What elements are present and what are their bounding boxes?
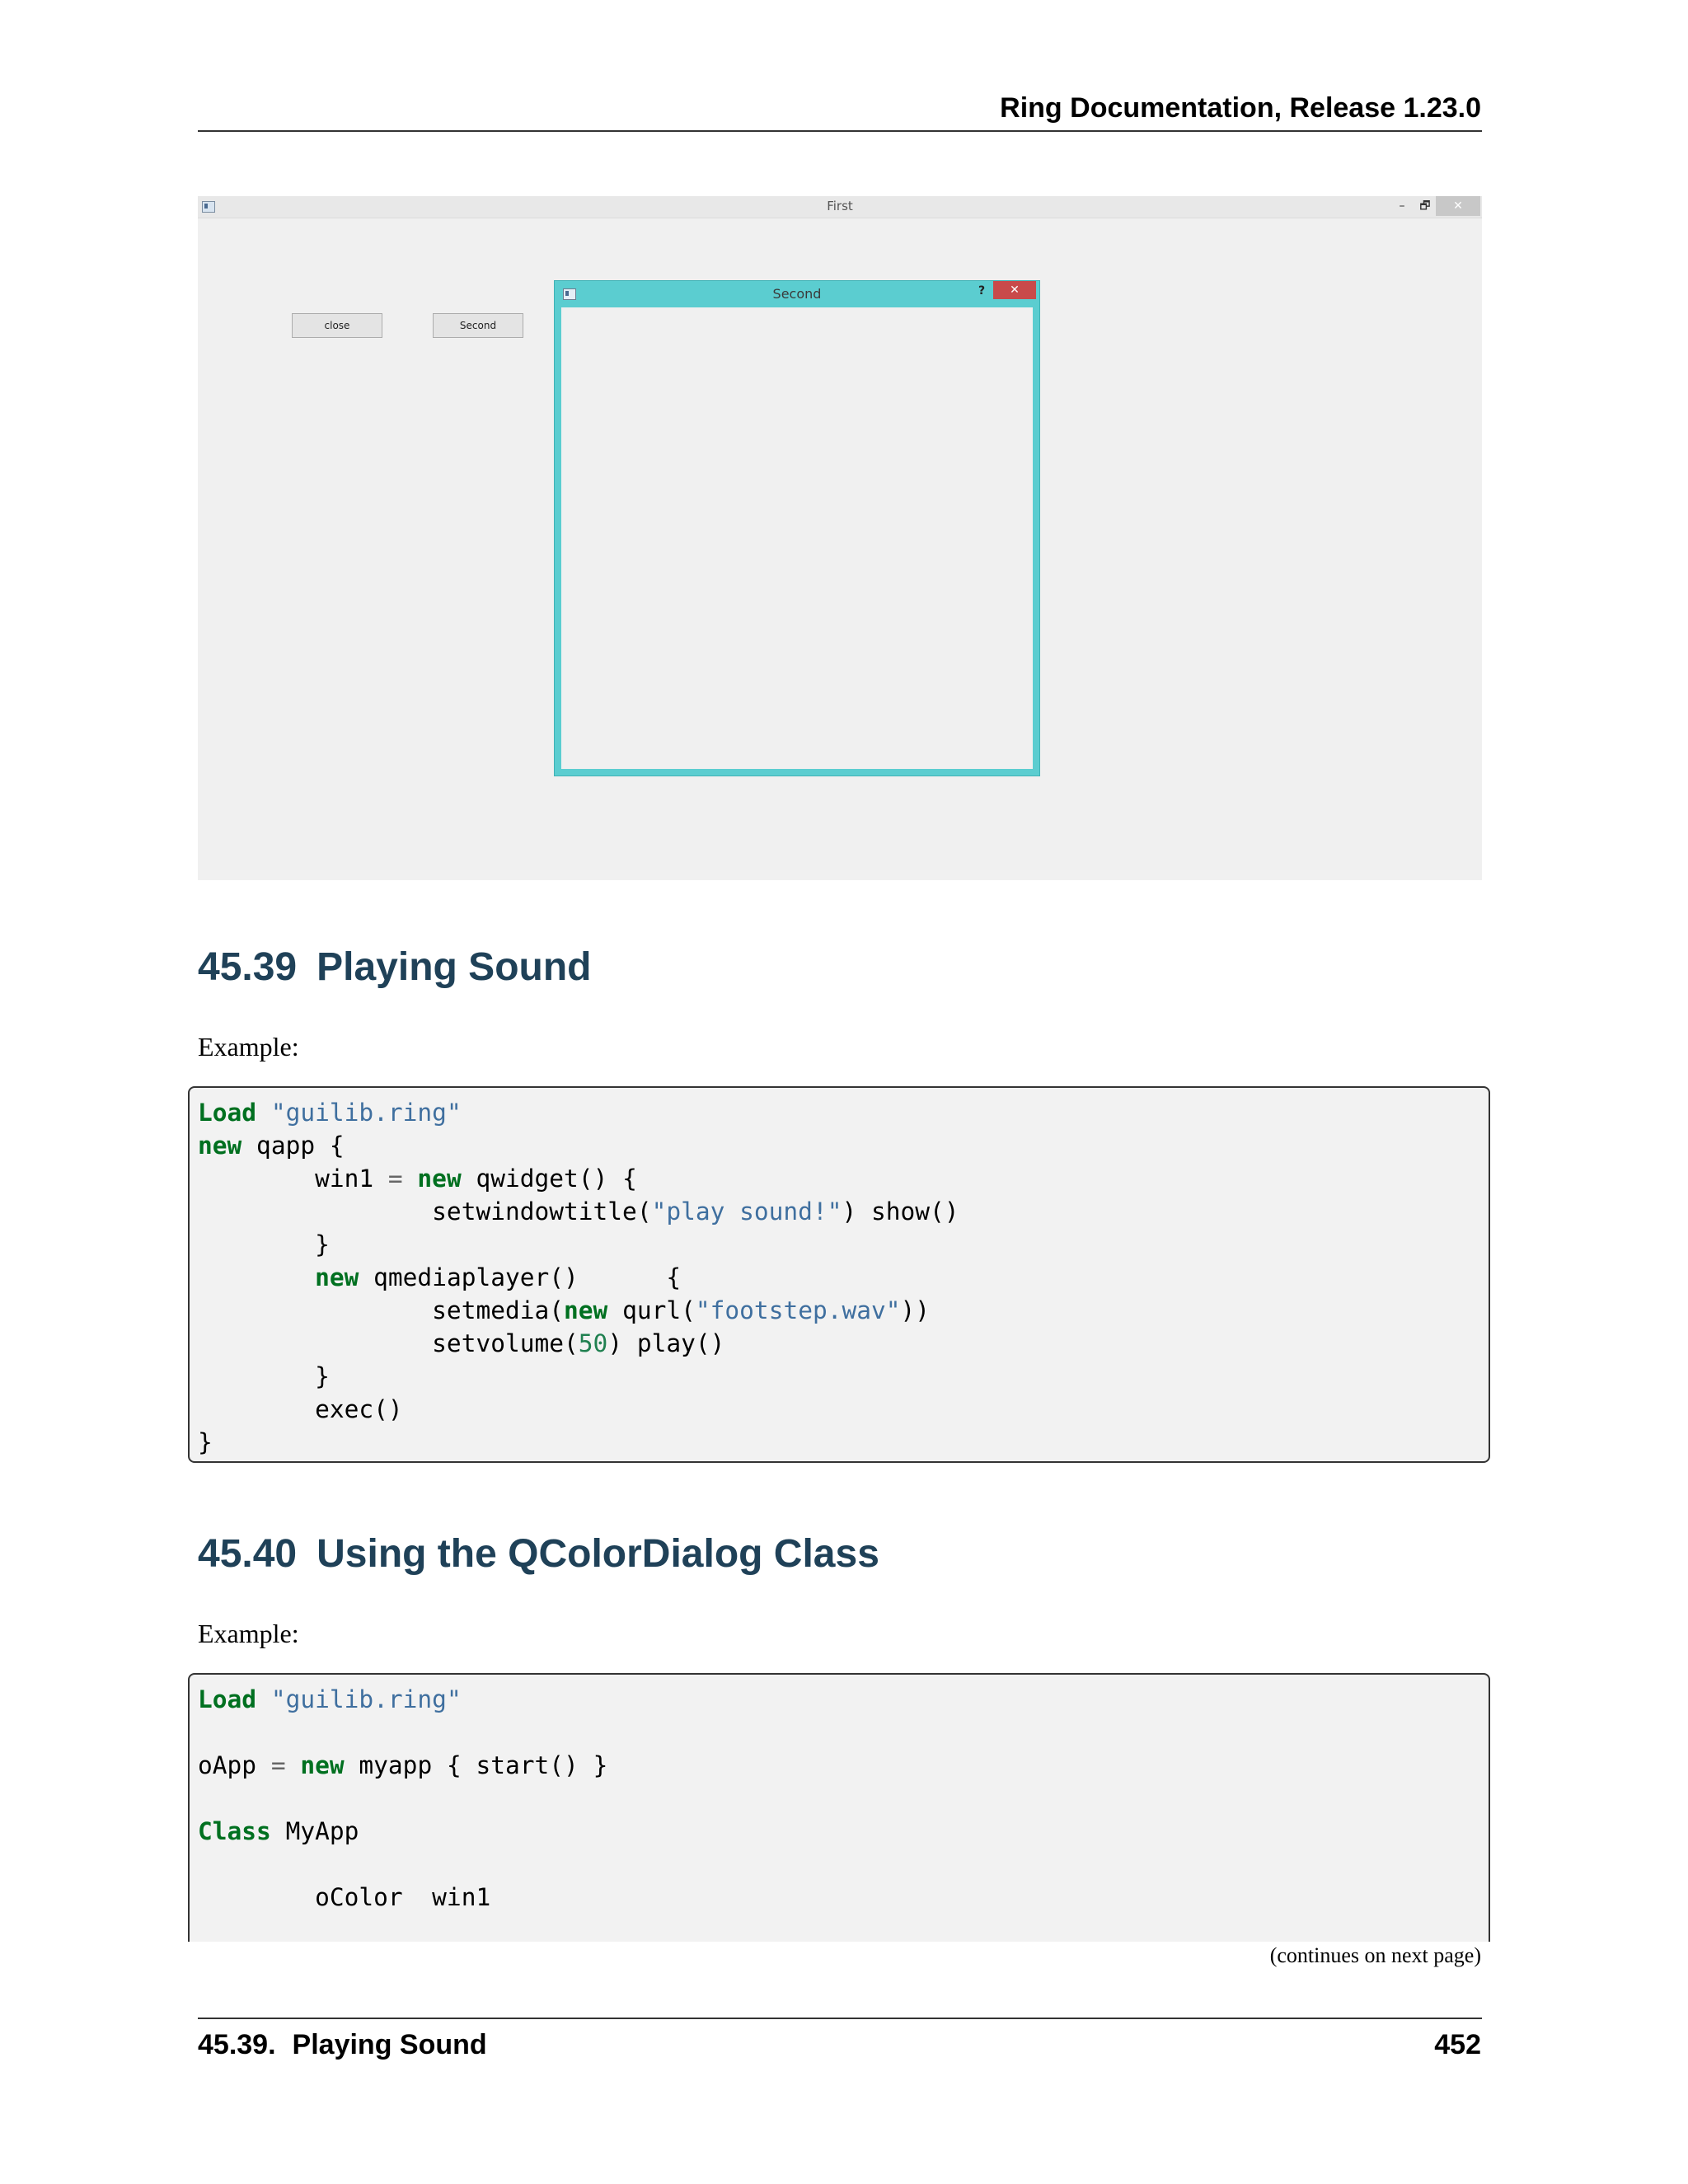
- code-line: }: [198, 1228, 1489, 1261]
- page-number: 452: [1434, 2029, 1481, 2060]
- code-token: Class: [198, 1817, 271, 1845]
- section-title: Using the QColorDialog Class: [316, 1532, 879, 1576]
- code-line: }: [198, 1426, 1489, 1459]
- code-line: setwindowtitle("play sound!") show(): [198, 1195, 1489, 1228]
- section-number: 45.40: [198, 1532, 298, 1576]
- code-token: qwidget() {: [461, 1165, 637, 1193]
- running-header-title: Ring Documentation, Release 1.23.0: [1000, 92, 1481, 124]
- main-window-titlebar: First – 🗗 ✕: [198, 196, 1482, 218]
- code-token: exec(): [198, 1395, 403, 1423]
- code-token: new: [564, 1296, 608, 1324]
- code-token: qapp {: [241, 1132, 345, 1160]
- code-token: MyApp: [270, 1817, 359, 1845]
- code-token: }: [198, 1428, 213, 1456]
- code-line: setmedia(new qurl("footstep.wav")): [198, 1294, 1489, 1327]
- code-token: }: [198, 1362, 330, 1390]
- code-line: oApp = new myapp { start() }: [198, 1749, 1489, 1782]
- code-token: ) play(): [607, 1329, 725, 1357]
- restore-icon[interactable]: 🗗: [1414, 196, 1436, 216]
- dialog-close-icon[interactable]: ✕: [993, 281, 1036, 299]
- code-line: win1 = new qwidget() {: [198, 1162, 1489, 1195]
- code-token: oColor win1: [198, 1883, 491, 1911]
- code-line: Load "guilib.ring": [198, 1096, 1489, 1129]
- code-token: win1: [198, 1165, 388, 1193]
- code-line: exec(): [198, 1393, 1489, 1426]
- screenshot-figure: First – 🗗 ✕ close Second Second ? ✕: [198, 196, 1482, 880]
- code-line: setvolume(50) play(): [198, 1327, 1489, 1360]
- code-token: =: [387, 1165, 403, 1193]
- code-token: new: [198, 1132, 242, 1160]
- code-line: Class MyApp: [198, 1815, 1489, 1848]
- code-line: new qmediaplayer() {: [198, 1261, 1489, 1294]
- code-token: new: [300, 1751, 345, 1779]
- code-token: qurl(: [607, 1296, 696, 1324]
- code-token: )): [900, 1296, 931, 1324]
- code-block-playing-sound: Load "guilib.ring" new qapp { win1 = new …: [188, 1086, 1490, 1463]
- code-token: new: [417, 1165, 462, 1193]
- code-token: "footstep.wav": [695, 1296, 901, 1324]
- code-token: 50: [578, 1329, 608, 1357]
- close-icon[interactable]: ✕: [1436, 196, 1480, 216]
- section-heading-qcolordialog: 45.40 Using the QColorDialog Class: [198, 1531, 879, 1577]
- help-icon[interactable]: ?: [973, 283, 990, 299]
- code-token: qmediaplayer() {: [359, 1263, 682, 1291]
- code-block-qcolordialog: Load "guilib.ring" oApp = new myapp { sta…: [188, 1673, 1490, 1942]
- section-title: Playing Sound: [316, 945, 592, 989]
- code-line: new qapp {: [198, 1129, 1489, 1162]
- continues-note: (continues on next page): [1269, 1943, 1481, 1967]
- header-rule: [198, 130, 1482, 132]
- main-window-title: First: [827, 199, 853, 213]
- code-line: Load "guilib.ring": [198, 1683, 1489, 1716]
- code-token: setvolume(: [198, 1329, 579, 1357]
- code-token: oApp: [198, 1751, 271, 1779]
- example-label: Example:: [198, 1619, 299, 1648]
- code-line: oColor win1: [198, 1881, 1489, 1914]
- code-token: }: [198, 1230, 330, 1258]
- close-button[interactable]: close: [292, 313, 382, 338]
- code-token: Load: [198, 1099, 257, 1127]
- code-token: new: [315, 1263, 359, 1291]
- code-token: setmedia(: [198, 1296, 565, 1324]
- code-token: setwindowtitle(: [198, 1197, 652, 1226]
- footer-section: 45.39. Playing Sound: [198, 2029, 487, 2061]
- section-number: 45.39: [198, 945, 298, 989]
- code-token: Load: [198, 1685, 257, 1713]
- dialog-titlebar: Second ? ✕: [555, 281, 1039, 306]
- code-token: ) show(): [842, 1197, 959, 1226]
- dialog-title: Second: [772, 286, 822, 302]
- example-label: Example:: [198, 1032, 299, 1062]
- code-line: }: [198, 1360, 1489, 1393]
- footer-section-title: Playing Sound: [292, 2029, 487, 2060]
- second-button[interactable]: Second: [433, 313, 523, 338]
- code-token: "guilib.ring": [270, 1099, 462, 1127]
- second-dialog: Second ? ✕: [554, 280, 1040, 776]
- footer-rule: [198, 2018, 1482, 2019]
- minimize-icon[interactable]: –: [1391, 196, 1413, 216]
- footer-section-number: 45.39.: [198, 2029, 276, 2060]
- code-token: =: [270, 1751, 286, 1779]
- section-heading-playing-sound: 45.39 Playing Sound: [198, 944, 591, 990]
- dialog-client-area: [561, 307, 1033, 769]
- code-token: "play sound!": [651, 1197, 842, 1226]
- code-token: "guilib.ring": [270, 1685, 462, 1713]
- code-token: myapp { start() }: [344, 1751, 608, 1779]
